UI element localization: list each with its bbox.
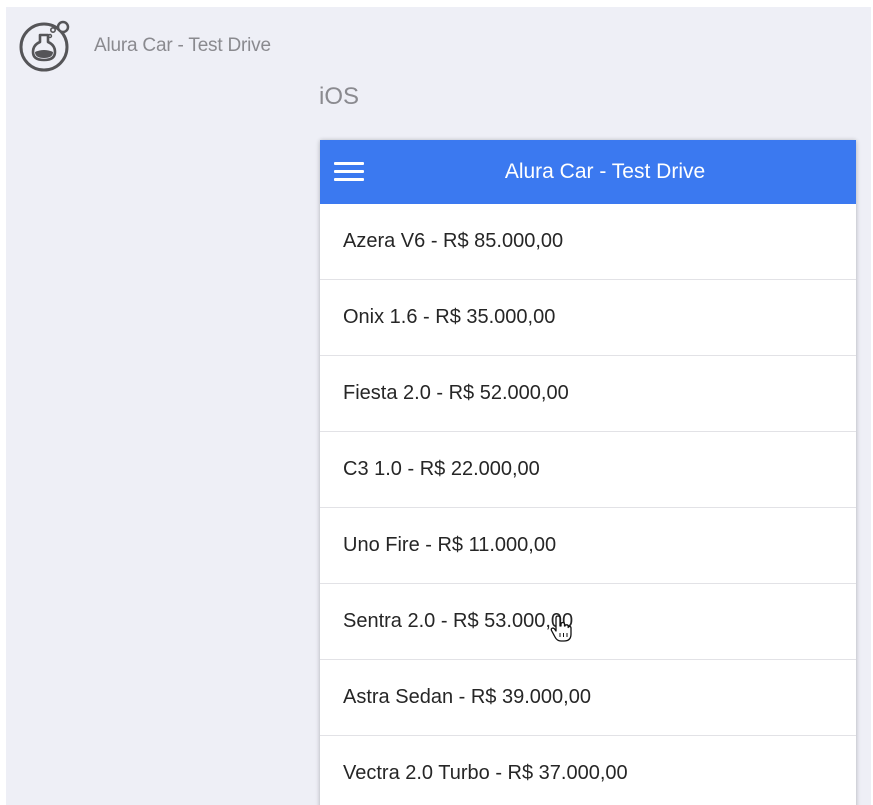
ionic-lab-page: Alura Car - Test Drive iOS Alura Car - T… [6, 7, 871, 805]
navbar: Alura Car - Test Drive [320, 140, 856, 204]
flask-icon [19, 20, 70, 72]
car-list: Azera V6 - R$ 85.000,00 Onix 1.6 - R$ 35… [320, 204, 856, 805]
list-item[interactable]: Onix 1.6 - R$ 35.000,00 [320, 280, 856, 356]
list-item[interactable]: Astra Sedan - R$ 39.000,00 [320, 660, 856, 736]
list-item[interactable]: Fiesta 2.0 - R$ 52.000,00 [320, 356, 856, 432]
platform-label: iOS [319, 83, 360, 110]
hamburger-menu-icon[interactable] [334, 159, 366, 185]
list-item[interactable]: Sentra 2.0 - R$ 53.000,00 [320, 584, 856, 660]
list-item[interactable]: C3 1.0 - R$ 22.000,00 [320, 432, 856, 508]
ios-device-preview: Alura Car - Test Drive Azera V6 - R$ 85.… [320, 140, 856, 805]
navbar-title: Alura Car - Test Drive [504, 160, 706, 183]
list-item[interactable]: Azera V6 - R$ 85.000,00 [320, 204, 856, 280]
list-item[interactable]: Uno Fire - R$ 11.000,00 [320, 508, 856, 584]
list-item[interactable]: Vectra 2.0 Turbo - R$ 37.000,00 [320, 736, 856, 805]
app-title: Alura Car - Test Drive [94, 35, 271, 56]
